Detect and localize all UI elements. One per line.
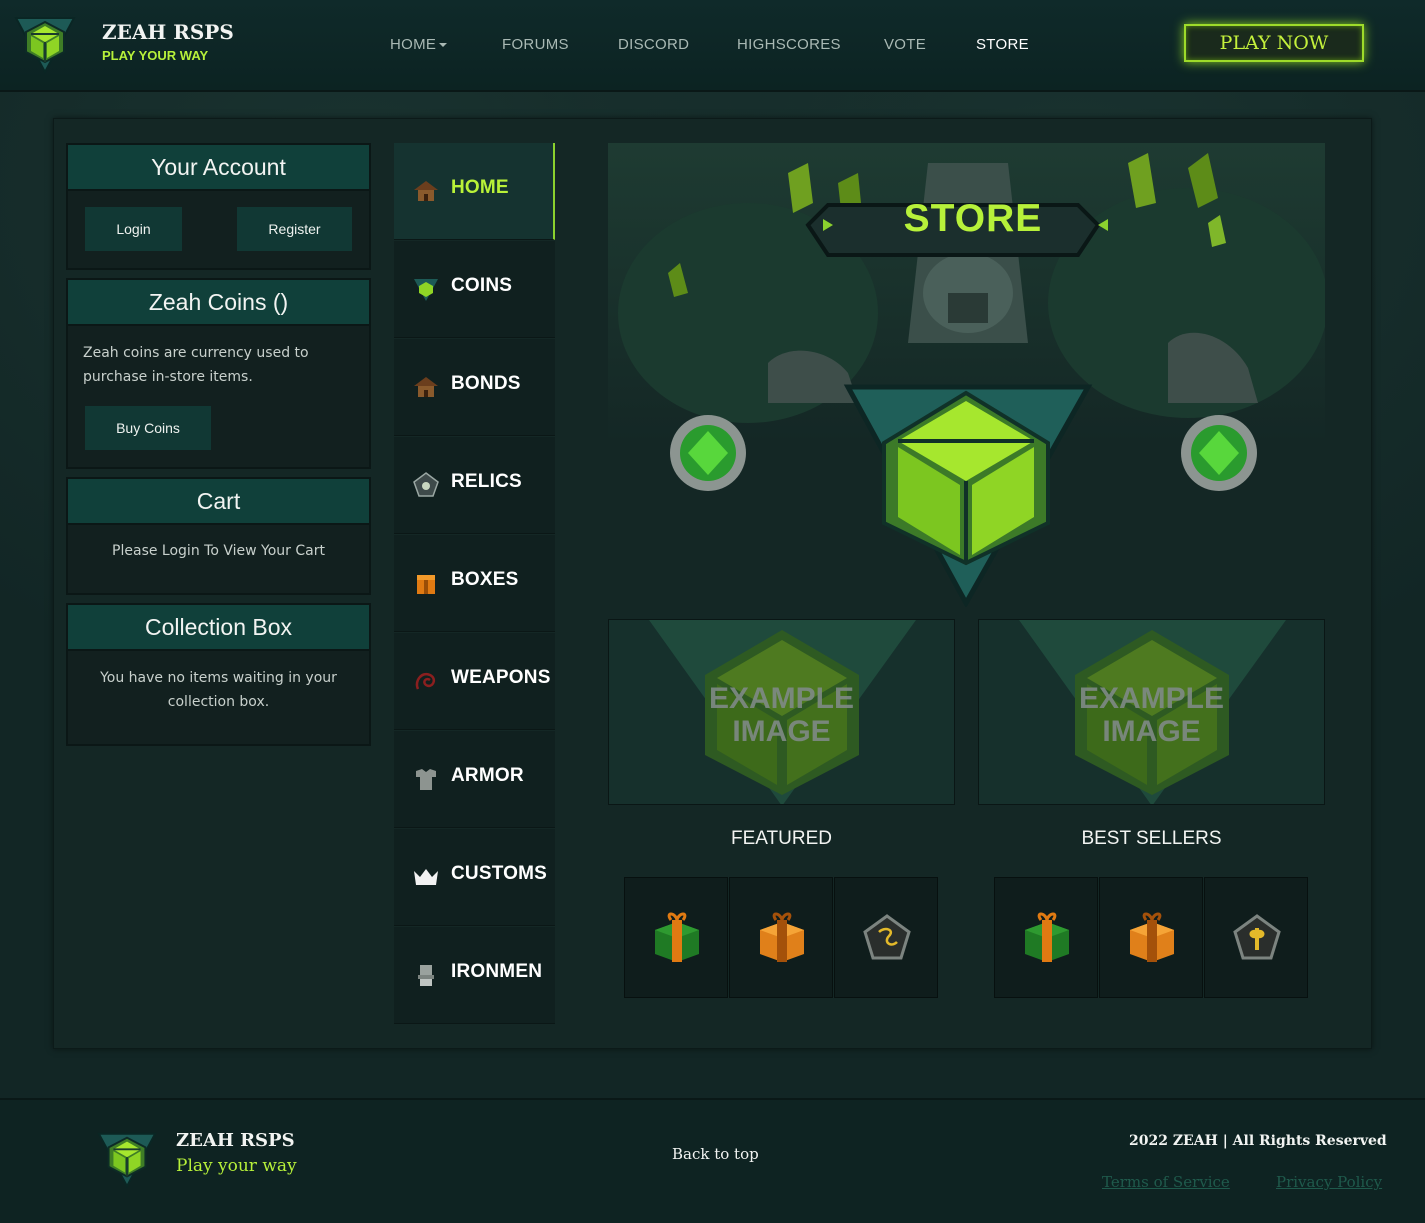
crown-icon — [414, 869, 438, 885]
nav-store[interactable]: STORE — [976, 36, 1029, 53]
back-to-top-link[interactable]: Back to top — [672, 1145, 759, 1163]
orange-gift-icon — [1130, 912, 1174, 962]
axe-pentagon-icon — [1233, 914, 1281, 960]
nav-highscores[interactable]: HIGHSCORES — [737, 36, 841, 53]
banner-title: STORE — [903, 197, 1043, 240]
category-relics[interactable]: RELICS — [394, 437, 555, 534]
category-armor-label: ARMOR — [451, 765, 524, 786]
coins-card: Zeah Coins () Zeah coins are currency us… — [66, 278, 371, 469]
nav-discord[interactable]: DISCORD — [618, 36, 689, 53]
zeah-coin-icon — [414, 279, 438, 301]
nav-vote[interactable]: VOTE — [884, 36, 926, 53]
account-title: Your Account — [68, 145, 369, 191]
collection-msg-line1: You have no items waiting in your — [100, 670, 337, 686]
coins-title: Zeah Coins () — [68, 280, 369, 326]
category-ironmen-label: IRONMEN — [451, 961, 543, 982]
collection-message: You have no items waiting in your collec… — [68, 666, 369, 714]
coins-description: Zeah coins are currency used to purchase… — [83, 341, 309, 389]
account-card: Your Account Login Register — [66, 143, 371, 270]
ironman-helm-icon — [418, 965, 434, 986]
register-button[interactable]: Register — [237, 207, 352, 251]
bestsellers-image[interactable]: EXAMPLE IMAGE — [978, 619, 1325, 805]
brand-subtitle: PLAY YOUR WAY — [102, 48, 209, 63]
category-home[interactable]: HOME — [394, 143, 555, 240]
nav-forums[interactable]: FORUMS — [502, 36, 569, 53]
orange-gift-icon — [760, 912, 804, 962]
bestseller-item-1[interactable] — [994, 877, 1098, 998]
category-home-label: HOME — [451, 177, 509, 198]
bond-house-icon — [414, 377, 438, 397]
bestsellers-caption-line2: IMAGE — [1102, 715, 1201, 748]
mystery-box-icon — [417, 575, 435, 594]
category-coins[interactable]: COINS — [394, 241, 555, 338]
privacy-link[interactable]: Privacy Policy — [1276, 1173, 1382, 1191]
bestsellers-heading: BEST SELLERS — [1081, 828, 1222, 849]
footer-logo-icon — [94, 1128, 160, 1190]
chevron-down-icon — [439, 43, 448, 48]
featured-caption-line1: EXAMPLE — [708, 682, 855, 715]
buy-coins-button[interactable]: Buy Coins — [85, 406, 211, 450]
site-header: ZEAH RSPS PLAY YOUR WAY HOME FORUMS DISC… — [0, 0, 1425, 92]
coins-desc-line1: Zeah coins are currency used to — [83, 345, 309, 361]
collection-msg-line2: collection box. — [167, 694, 270, 710]
category-ironmen[interactable]: IRONMEN — [394, 927, 555, 1024]
category-coins-label: COINS — [451, 275, 513, 296]
category-bonds-label: BONDS — [451, 373, 521, 394]
footer-brand-title: ZEAH RSPS — [176, 1130, 295, 1151]
featured-item-2[interactable] — [729, 877, 833, 998]
collection-card: Collection Box You have no items waiting… — [66, 603, 371, 746]
category-bonds[interactable]: BONDS — [394, 339, 555, 436]
terms-link[interactable]: Terms of Service — [1102, 1173, 1230, 1191]
brand-title: ZEAH RSPS — [102, 20, 234, 44]
whip-icon — [415, 672, 436, 690]
play-now-button[interactable]: PLAY NOW — [1184, 24, 1364, 62]
coins-desc-line2: purchase in-store items. — [83, 369, 253, 385]
nav-home-label: HOME — [390, 36, 437, 53]
featured-image-caption: EXAMPLE IMAGE — [609, 682, 954, 748]
store-banner: STORE — [608, 143, 1328, 609]
featured-caption-line2: IMAGE — [732, 715, 831, 748]
featured-item-1[interactable] — [624, 877, 728, 998]
category-boxes-label: BOXES — [451, 569, 519, 590]
rune-pentagon-icon — [863, 914, 911, 960]
category-customs[interactable]: CUSTOMS — [394, 829, 555, 926]
footer-brand-subtitle: Play your way — [176, 1156, 297, 1176]
green-gift-icon — [1025, 912, 1069, 962]
cart-message: Please Login To View Your Cart — [112, 543, 325, 559]
bestsellers-caption-line1: EXAMPLE — [1078, 682, 1225, 715]
category-boxes[interactable]: BOXES — [394, 535, 555, 632]
featured-heading: FEATURED — [731, 828, 832, 849]
zeah-logo-icon[interactable] — [12, 12, 78, 76]
category-weapons-label: WEAPONS — [451, 667, 551, 688]
login-button[interactable]: Login — [85, 207, 182, 251]
category-armor[interactable]: ARMOR — [394, 731, 555, 828]
collection-title: Collection Box — [68, 605, 369, 651]
nav-home[interactable]: HOME — [390, 36, 448, 53]
bestseller-item-2[interactable] — [1099, 877, 1203, 998]
house-icon — [414, 181, 438, 201]
category-weapons[interactable]: WEAPONS — [394, 633, 555, 730]
cart-card: Cart Please Login To View Your Cart — [66, 477, 371, 595]
platebody-icon — [416, 769, 436, 790]
cart-title: Cart — [68, 479, 369, 525]
featured-item-3[interactable] — [834, 877, 938, 998]
bestseller-item-3[interactable] — [1204, 877, 1308, 998]
category-customs-label: CUSTOMS — [451, 863, 548, 884]
green-gift-icon — [655, 912, 699, 962]
footer-copyright: 2022 ZEAH | All Rights Reserved — [1129, 1133, 1387, 1149]
bestsellers-image-caption: EXAMPLE IMAGE — [979, 682, 1324, 748]
category-relics-label: RELICS — [451, 471, 522, 492]
relic-icon — [413, 472, 439, 497]
featured-image[interactable]: EXAMPLE IMAGE — [608, 619, 955, 805]
